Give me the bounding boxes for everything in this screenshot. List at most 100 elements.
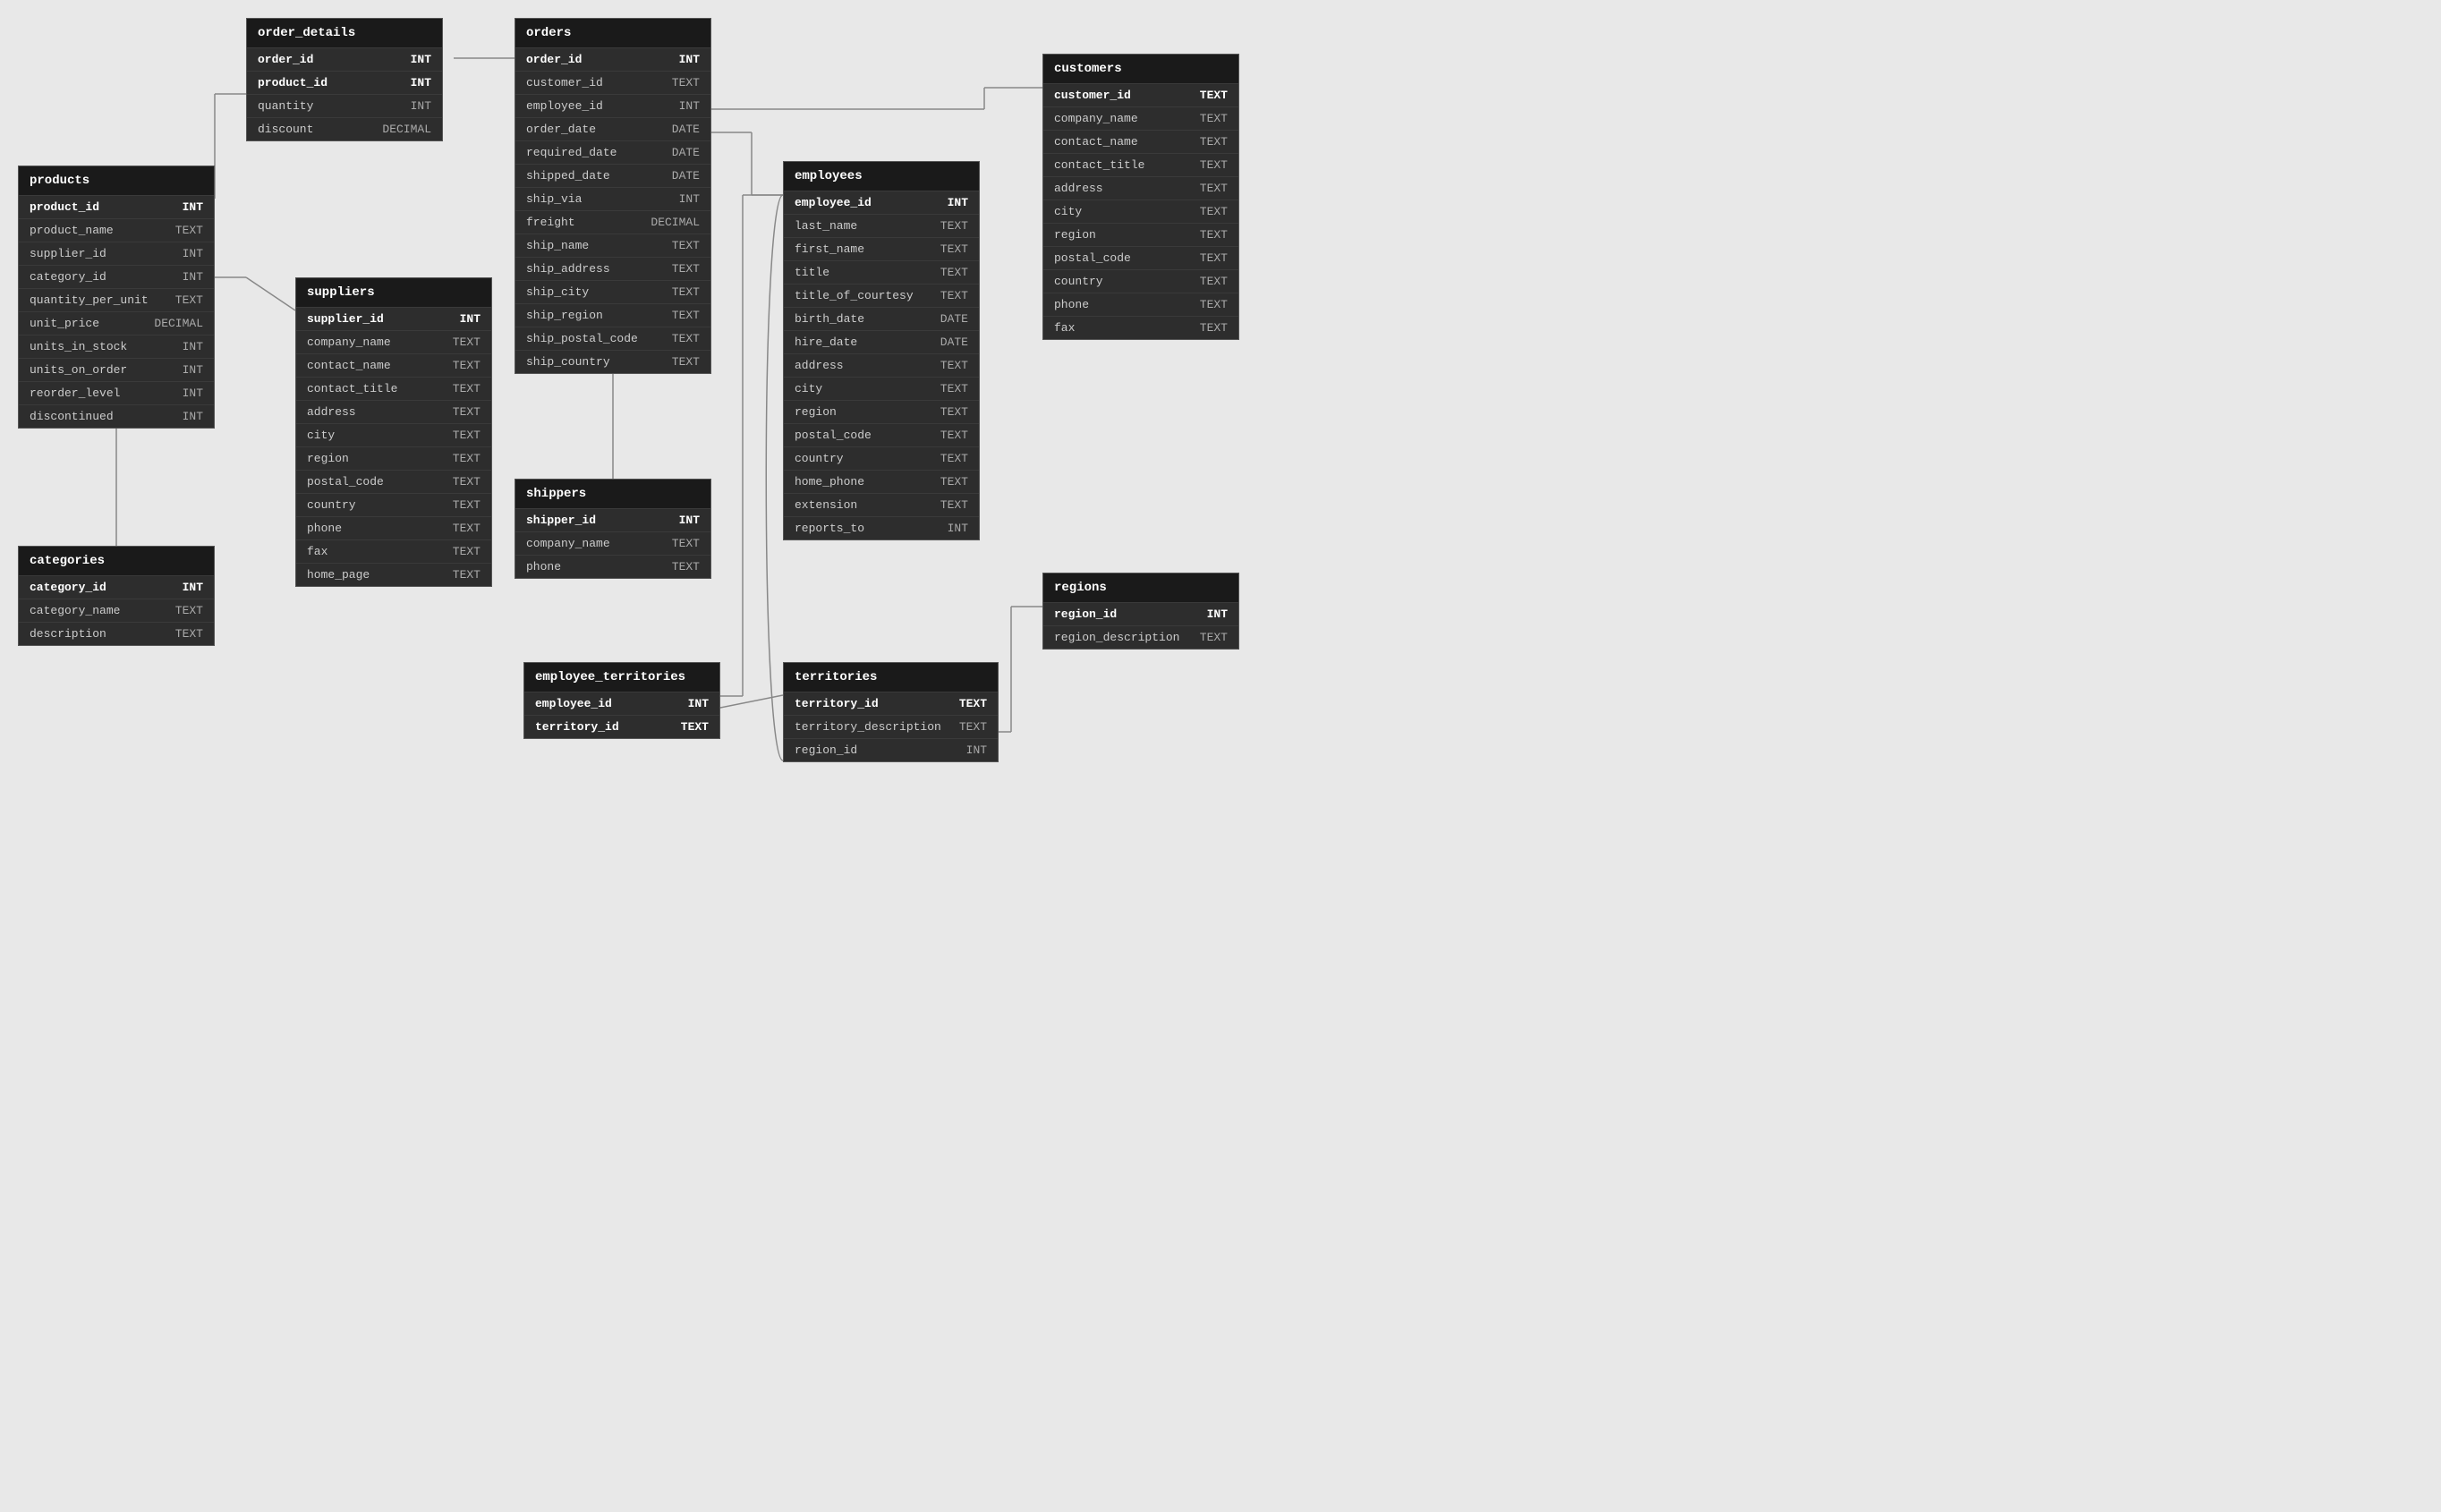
col-type: TEXT — [672, 262, 700, 276]
col-name: contact_title — [307, 382, 435, 395]
table-row: company_nameTEXT — [1043, 106, 1238, 130]
col-name: extension — [795, 498, 923, 512]
col-name: discount — [258, 123, 364, 136]
table-row: addressTEXT — [1043, 176, 1238, 200]
table-row: titleTEXT — [784, 260, 979, 284]
col-name: phone — [526, 560, 654, 573]
table-row: region_idINT — [784, 738, 998, 761]
col-type: TEXT — [453, 429, 481, 442]
col-type: TEXT — [959, 697, 987, 710]
table-row: company_name TEXT — [515, 531, 710, 555]
table-row: discount DECIMAL — [247, 117, 442, 140]
table-row: faxTEXT — [1043, 316, 1238, 339]
col-name: quantity_per_unit — [30, 293, 157, 307]
table-row: postal_codeTEXT — [1043, 246, 1238, 269]
col-type: DATE — [940, 312, 968, 326]
col-name: ship_address — [526, 262, 654, 276]
col-type: INT — [183, 270, 203, 284]
col-type: TEXT — [940, 359, 968, 372]
col-type: INT — [183, 247, 203, 260]
col-type: INT — [183, 363, 203, 377]
col-name: order_id — [258, 53, 393, 66]
table-row: employee_idINT — [524, 692, 719, 715]
table-header-customers: customers — [1043, 55, 1238, 83]
table-row: cityTEXT — [1043, 200, 1238, 223]
col-type: INT — [948, 196, 968, 209]
col-name: region — [307, 452, 435, 465]
col-name: freight — [526, 216, 633, 229]
col-name: contact_name — [1054, 135, 1182, 149]
table-row: cityTEXT — [784, 377, 979, 400]
table-header-orders: orders — [515, 19, 710, 47]
table-row: company_nameTEXT — [296, 330, 491, 353]
col-name: home_phone — [795, 475, 923, 488]
col-name: product_id — [258, 76, 393, 89]
table-row: title_of_courtesyTEXT — [784, 284, 979, 307]
table-row: regionTEXT — [1043, 223, 1238, 246]
col-type: DECIMAL — [382, 123, 431, 136]
col-type: TEXT — [453, 359, 481, 372]
table-header-categories: categories — [19, 547, 214, 575]
col-name: customer_id — [1054, 89, 1182, 102]
col-type: TEXT — [1200, 631, 1228, 644]
col-name: employee_id — [795, 196, 930, 209]
col-type: INT — [679, 99, 700, 113]
col-type: TEXT — [672, 537, 700, 550]
col-type: TEXT — [453, 452, 481, 465]
table-row: order_idINT — [247, 47, 442, 71]
table-row: supplier_id INT — [19, 242, 214, 265]
col-name: customer_id — [526, 76, 654, 89]
col-name: region_description — [1054, 631, 1182, 644]
col-name: postal_code — [1054, 251, 1182, 265]
table-row: shipper_idINT — [515, 508, 710, 531]
table-row: postal_codeTEXT — [296, 470, 491, 493]
table-row: reports_toINT — [784, 516, 979, 539]
col-name: supplier_id — [307, 312, 442, 326]
table-row: freightDECIMAL — [515, 210, 710, 234]
table-order_details: order_detailsorder_idINTproduct_idINTqua… — [246, 18, 443, 141]
col-type: TEXT — [672, 285, 700, 299]
col-type: TEXT — [1200, 228, 1228, 242]
col-name: hire_date — [795, 336, 923, 349]
table-row: ship_countryTEXT — [515, 350, 710, 373]
col-name: contact_title — [1054, 158, 1182, 172]
col-type: TEXT — [672, 239, 700, 252]
table-row: phoneTEXT — [296, 516, 491, 539]
table-orders: ordersorder_idINTcustomer_idTEXTemployee… — [515, 18, 711, 374]
table-row: required_dateDATE — [515, 140, 710, 164]
table-header-regions: regions — [1043, 573, 1238, 602]
col-type: TEXT — [453, 545, 481, 558]
erd-canvas: productsproduct_idINTproduct_nameTEXTsup… — [0, 0, 2441, 1512]
table-products: productsproduct_idINTproduct_nameTEXTsup… — [18, 166, 215, 429]
col-name: reorder_level — [30, 386, 165, 400]
col-name: supplier_id — [30, 247, 165, 260]
col-type: TEXT — [453, 336, 481, 349]
table-header-order_details: order_details — [247, 19, 442, 47]
table-row: product_nameTEXT — [19, 218, 214, 242]
table-row: countryTEXT — [1043, 269, 1238, 293]
table-row: cityTEXT — [296, 423, 491, 446]
table-suppliers: supplierssupplier_idINTcompany_nameTEXTc… — [295, 277, 492, 587]
table-row: customer_idTEXT — [1043, 83, 1238, 106]
table-row: discontinuedINT — [19, 404, 214, 428]
col-type: TEXT — [453, 475, 481, 488]
col-type: INT — [183, 410, 203, 423]
col-name: company_name — [526, 537, 654, 550]
table-row: ship_postal_codeTEXT — [515, 327, 710, 350]
table-row: region TEXT — [296, 446, 491, 470]
table-row: phoneTEXT — [515, 555, 710, 578]
col-name: category_id — [30, 270, 165, 284]
table-row: extensionTEXT — [784, 493, 979, 516]
col-type: TEXT — [940, 266, 968, 279]
col-type: TEXT — [940, 405, 968, 419]
col-name: unit_price — [30, 317, 136, 330]
table-row: contact_titleTEXT — [296, 377, 491, 400]
table-row: order_dateDATE — [515, 117, 710, 140]
col-name: region_id — [795, 743, 948, 757]
col-name: phone — [307, 522, 435, 535]
col-name: employee_id — [526, 99, 661, 113]
table-header-employees: employees — [784, 162, 979, 191]
col-type: INT — [183, 581, 203, 594]
table-header-suppliers: suppliers — [296, 278, 491, 307]
col-name: home_page — [307, 568, 435, 582]
